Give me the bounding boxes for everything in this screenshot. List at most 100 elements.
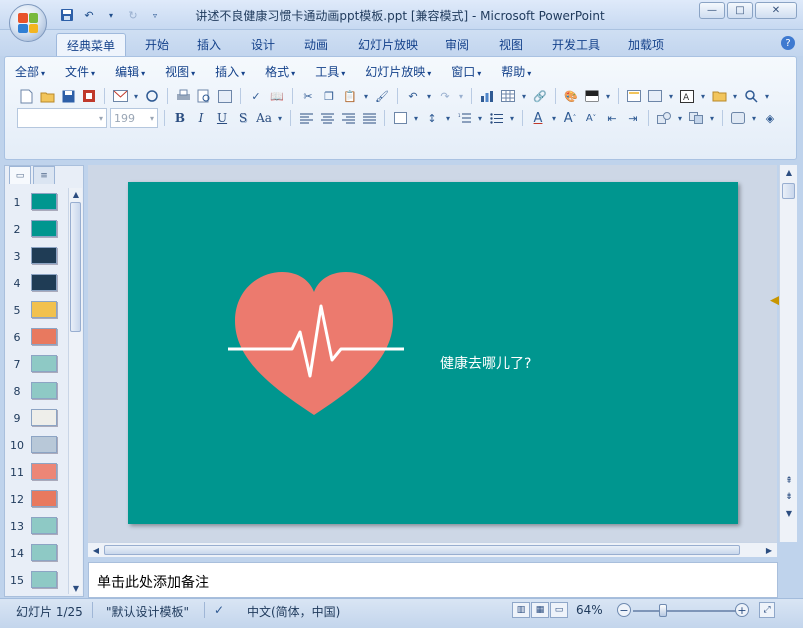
new-icon[interactable] (17, 87, 35, 105)
text-box-dropdown-icon[interactable]: ▾ (699, 87, 707, 105)
slide-thumbnail[interactable]: 4 (5, 273, 67, 295)
slide-thumbnail[interactable]: 11 (5, 462, 67, 484)
menu-view[interactable]: 视图 ▾ (165, 63, 195, 81)
slide-preview[interactable] (31, 436, 57, 453)
slide-preview[interactable] (31, 544, 57, 561)
tab-home[interactable]: 开始 (134, 33, 180, 56)
hyperlink-icon[interactable]: 🔗 (531, 87, 549, 105)
shapes-icon[interactable] (655, 109, 673, 127)
line-spacing-dropdown-icon[interactable]: ▾ (444, 109, 452, 127)
undo-toolbar-icon[interactable]: ↶ (404, 87, 422, 105)
spellcheck-icon[interactable]: ✓ (214, 603, 224, 617)
bold-button[interactable]: B (171, 109, 189, 127)
redo-toolbar-dropdown-icon[interactable]: ▾ (457, 87, 465, 105)
font-color-icon[interactable]: A (529, 109, 547, 127)
shape-fill-icon[interactable]: ◈ (761, 109, 779, 127)
slide-thumbnail[interactable]: 13 (5, 516, 67, 538)
shrink-font-icon[interactable]: A ˅ (582, 109, 600, 127)
zoom-dropdown-icon[interactable]: ▾ (763, 87, 771, 105)
insert-table-icon[interactable] (499, 87, 517, 105)
normal-view-icon[interactable]: ▥ (512, 602, 530, 618)
menu-format[interactable]: 格式 ▾ (265, 63, 295, 81)
scroll-down-icon[interactable]: ▼ (782, 507, 796, 519)
decrease-indent-icon[interactable]: ⇤ (603, 109, 621, 127)
align-left-icon[interactable] (297, 109, 315, 127)
email-icon[interactable] (111, 87, 129, 105)
next-slide-icon[interactable]: ⇟ (782, 491, 796, 503)
tab-classic-menu[interactable]: 经典菜单 (56, 33, 126, 56)
arrange-dropdown-icon[interactable]: ▾ (708, 109, 716, 127)
align-center-icon[interactable] (318, 109, 336, 127)
slide-preview[interactable] (31, 274, 57, 291)
slide-preview[interactable] (31, 328, 57, 345)
slide-thumbnail[interactable]: 12 (5, 489, 67, 511)
tab-animation[interactable]: 动画 (293, 33, 339, 56)
slide-thumbnail[interactable]: 2 (5, 219, 67, 241)
bullets-dropdown-icon[interactable]: ▾ (508, 109, 516, 127)
font-size-combo[interactable]: 199 ▾ (110, 108, 158, 128)
spelling-icon[interactable]: ✓ (247, 87, 265, 105)
tab-developer[interactable]: 开发工具 (544, 33, 608, 56)
scroll-up-icon[interactable]: ▲ (69, 188, 83, 200)
italic-button[interactable]: I (192, 109, 210, 127)
copy-icon[interactable]: ❐ (320, 87, 338, 105)
align-right-icon[interactable] (339, 109, 357, 127)
folder-icon[interactable] (710, 87, 728, 105)
open-icon[interactable] (38, 87, 56, 105)
slide-thumbnail[interactable]: 15 (5, 570, 67, 592)
slide-preview[interactable] (31, 490, 57, 507)
quick-styles-dropdown-icon[interactable]: ▾ (750, 109, 758, 127)
research-icon[interactable]: 📖 (268, 87, 286, 105)
slide-preview[interactable] (31, 220, 57, 237)
slide-preview[interactable] (31, 355, 57, 372)
insert-chart-icon[interactable] (478, 87, 496, 105)
slide-preview[interactable] (31, 193, 57, 210)
slide-preview[interactable] (31, 409, 57, 426)
slide-thumbnail[interactable]: 7 (5, 354, 67, 376)
layout-icon[interactable] (646, 87, 664, 105)
arrange-icon[interactable] (687, 109, 705, 127)
font-color-dropdown-icon[interactable]: ▾ (550, 109, 558, 127)
cut-icon[interactable]: ✂ (299, 87, 317, 105)
menu-slideshow[interactable]: 幻灯片放映 ▾ (365, 63, 431, 81)
change-case-button[interactable]: Aa (255, 109, 273, 127)
zoom-level[interactable]: 64% (576, 603, 603, 617)
tab-addins[interactable]: 加载项 (620, 33, 672, 56)
scroll-thumb[interactable] (70, 202, 81, 332)
menu-tools[interactable]: 工具 ▾ (315, 63, 345, 81)
slide-thumbnail[interactable]: 10 (5, 435, 67, 457)
scroll-thumb[interactable] (782, 183, 795, 199)
insert-table-dropdown-icon[interactable]: ▾ (520, 87, 528, 105)
tab-insert[interactable]: 插入 (186, 33, 232, 56)
slides-tab-icon[interactable]: ▭ (9, 166, 31, 184)
tab-review[interactable]: 审阅 (434, 33, 480, 56)
horizontal-scrollbar[interactable]: ◀ ▶ (88, 542, 777, 557)
menu-insert[interactable]: 插入 ▾ (215, 63, 245, 81)
color-grayscale-icon[interactable]: 🎨 (562, 87, 580, 105)
menu-all[interactable]: 全部 ▾ (15, 63, 45, 81)
publish-icon[interactable] (143, 87, 161, 105)
minimize-button[interactable]: — (699, 2, 725, 19)
underline-button[interactable]: U (213, 109, 231, 127)
line-spacing-icon[interactable]: ↕ (423, 109, 441, 127)
close-button[interactable]: ✕ (755, 2, 797, 19)
quick-styles-icon[interactable] (729, 109, 747, 127)
scroll-thumb[interactable] (104, 545, 740, 555)
menu-edit[interactable]: 编辑 ▾ (115, 63, 145, 81)
slide-thumbnail[interactable]: 1 (5, 192, 67, 214)
zoom-slider[interactable] (633, 610, 737, 612)
slideshow-view-icon[interactable]: ▭ (550, 602, 568, 618)
slide-thumbnail[interactable]: 14 (5, 543, 67, 565)
bullets-icon[interactable] (487, 109, 505, 127)
slide-canvas[interactable]: 健康去哪儿了? (128, 182, 738, 524)
change-case-dropdown-icon[interactable]: ▾ (276, 109, 284, 127)
slide-preview[interactable] (31, 382, 57, 399)
slide-thumbnail[interactable]: 9 (5, 408, 67, 430)
slide-preview[interactable] (31, 571, 57, 588)
email-dropdown-icon[interactable]: ▾ (132, 87, 140, 105)
undo-icon[interactable]: ↶ (80, 7, 98, 23)
scroll-right-icon[interactable]: ▶ (762, 544, 776, 556)
slide-thumbnail[interactable]: 8 (5, 381, 67, 403)
office-button[interactable] (9, 4, 47, 42)
undo-toolbar-dropdown-icon[interactable]: ▾ (425, 87, 433, 105)
